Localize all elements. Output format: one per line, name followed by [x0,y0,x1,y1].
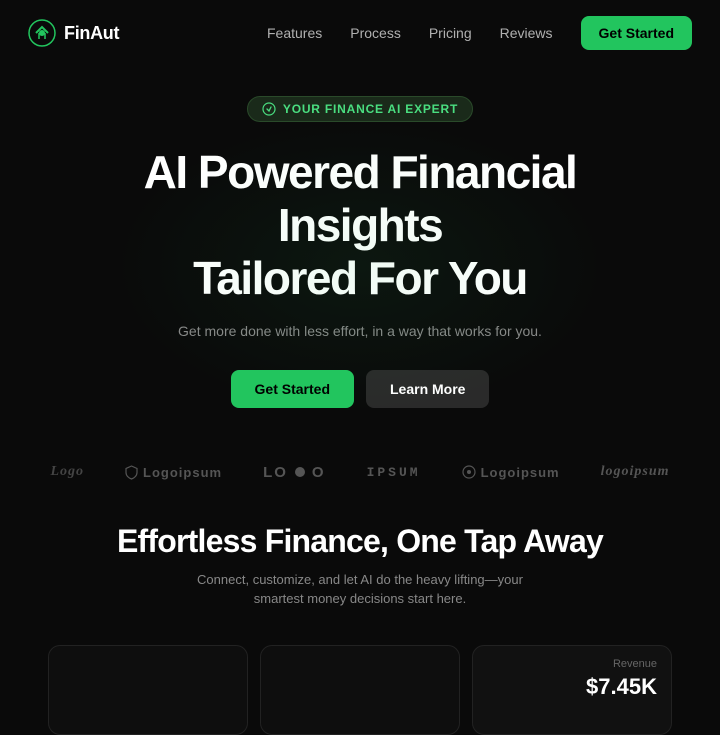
hero-subtitle: Get more done with less effort, in a way… [178,321,542,342]
nav-cta-button[interactable]: Get Started [581,16,692,50]
logo-brand-3: IPSUM [367,465,421,480]
logo-brand-1: Logoipsum [125,465,222,480]
section-desc: Connect, customize, and let AI do the he… [190,570,530,609]
section-title: Effortless Finance, One Tap Away [20,523,700,560]
logo-brand-0: Logo [50,464,84,480]
hero-buttons: Get Started Learn More [231,370,490,408]
logo-icon [28,19,56,47]
hero-title-line2: Tailored For You [193,252,527,304]
revenue-value: $7.45K [586,674,657,700]
nav-reviews[interactable]: Reviews [500,25,553,41]
hero-title-line1: AI Powered Financial Insights [144,146,577,251]
card-revenue: Revenue $7.45K [472,645,672,735]
logo-brand-2: LO O [263,464,326,481]
logo[interactable]: FinAut [28,19,119,47]
nav-features[interactable]: Features [267,25,322,41]
badge-icon [262,102,276,116]
hero-cta-button[interactable]: Get Started [231,370,354,408]
nav-links: Features Process Pricing Reviews Get Sta… [267,16,692,50]
nav-pricing[interactable]: Pricing [429,25,472,41]
card-2 [260,645,460,735]
circle-icon [462,465,476,479]
hero-badge: YOUR FINANCE AI EXPERT [247,96,473,122]
effortless-section: Effortless Finance, One Tap Away Connect… [0,507,720,645]
nav-process[interactable]: Process [350,25,401,41]
cards-row: Revenue $7.45K [0,645,720,735]
hero-content: YOUR FINANCE AI EXPERT AI Powered Financ… [0,66,720,428]
hero-section: YOUR FINANCE AI EXPERT AI Powered Financ… [0,66,720,428]
logo-brand-5: logoipsum [601,464,670,480]
brand-name: FinAut [64,23,119,44]
card-1 [48,645,248,735]
revenue-label: Revenue [613,658,657,670]
hero-learn-more-button[interactable]: Learn More [366,370,489,408]
shield-icon [125,465,138,480]
logo-brand-4: Logoipsum [462,465,560,480]
hero-title: AI Powered Financial Insights Tailored F… [60,146,660,305]
navbar: FinAut Features Process Pricing Reviews … [0,0,720,66]
logos-strip: Logo Logoipsum LO O IPSUM Logoipsum logo… [0,438,720,507]
badge-text: YOUR FINANCE AI EXPERT [283,102,458,116]
